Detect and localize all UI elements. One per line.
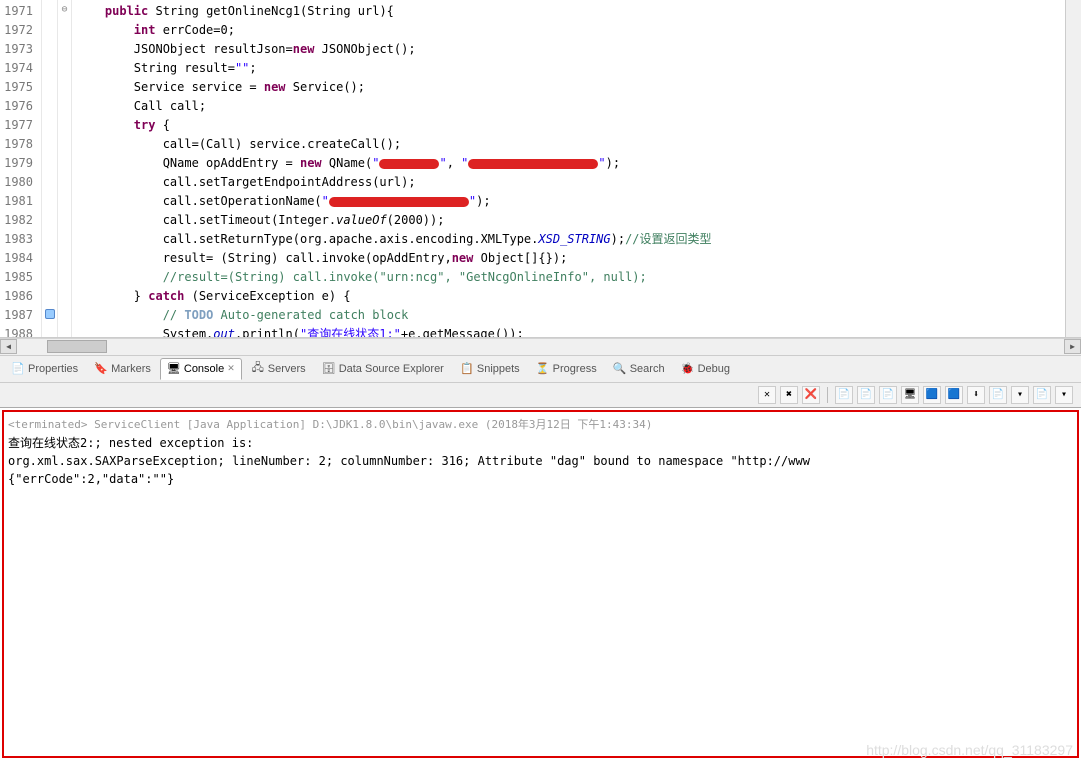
toolbar-button[interactable]: ✖ <box>780 386 798 404</box>
console-line: {"errCode":2,"data":""} <box>8 470 1073 488</box>
tab-progress[interactable]: ⏳Progress <box>529 358 604 380</box>
toolbar-button[interactable]: 📄 <box>835 386 853 404</box>
toolbar-button[interactable]: 📄 <box>857 386 875 404</box>
tab-label: Markers <box>111 363 151 375</box>
toolbar-button[interactable]: ✕ <box>758 386 776 404</box>
tab-icon: 📋 <box>460 362 474 376</box>
toolbar-button[interactable]: 🖥 <box>901 386 919 404</box>
tab-console[interactable]: 🖥Console ✕ <box>160 358 242 380</box>
tab-properties[interactable]: 📄Properties <box>4 358 85 380</box>
toolbar-button[interactable]: ▾ <box>1055 386 1073 404</box>
toolbar-button[interactable]: 📄 <box>989 386 1007 404</box>
console-line: 查询在线状态2:; nested exception is: <box>8 434 1073 452</box>
tab-label: Search <box>630 363 665 375</box>
fold-column[interactable]: ⊖ <box>58 0 72 337</box>
toolbar-button[interactable]: ▾ <box>1011 386 1029 404</box>
toolbar-button[interactable]: 📄 <box>1033 386 1051 404</box>
views-tab-bar: 📄Properties🔖Markers🖥Console ✕🖧Servers🗄Da… <box>0 355 1081 383</box>
tab-label: Data Source Explorer <box>339 363 444 375</box>
close-icon[interactable]: ✕ <box>227 363 235 374</box>
tab-label: Properties <box>28 363 78 375</box>
tab-snippets[interactable]: 📋Snippets <box>453 358 527 380</box>
toolbar-button[interactable]: ❌ <box>802 386 820 404</box>
tab-icon: 📄 <box>11 362 25 376</box>
tab-icon: 🔖 <box>94 362 108 376</box>
tab-search[interactable]: 🔍Search <box>606 358 672 380</box>
toolbar-button[interactable]: 🟦 <box>923 386 941 404</box>
console-output[interactable]: <terminated> ServiceClient [Java Applica… <box>2 410 1079 759</box>
tab-label: Servers <box>268 363 306 375</box>
tab-data-source-explorer[interactable]: 🗄Data Source Explorer <box>315 358 451 380</box>
toolbar-button[interactable]: ⬇ <box>967 386 985 404</box>
tab-label: Console <box>184 363 224 375</box>
tab-label: Snippets <box>477 363 520 375</box>
code-content[interactable]: public String getOnlineNcg1(String url){… <box>72 0 1065 337</box>
horizontal-scrollbar[interactable]: ◀ ▶ <box>0 338 1081 355</box>
tab-label: Progress <box>553 363 597 375</box>
tab-label: Debug <box>698 363 730 375</box>
tab-icon: 🖧 <box>251 362 265 376</box>
scroll-right-arrow[interactable]: ▶ <box>1064 339 1081 354</box>
scroll-track[interactable] <box>17 339 1064 354</box>
scroll-left-arrow[interactable]: ◀ <box>0 339 17 354</box>
tab-debug[interactable]: 🐞Debug <box>674 358 737 380</box>
marker-column <box>42 0 58 337</box>
ide-window: 1971197219731974197519761977197819791980… <box>0 0 1081 760</box>
tab-icon: ⏳ <box>536 362 550 376</box>
tab-icon: 🗄 <box>322 362 336 376</box>
console-line: org.xml.sax.SAXParseException; lineNumbe… <box>8 452 1073 470</box>
scroll-thumb[interactable] <box>47 340 107 353</box>
toolbar-button[interactable]: 📄 <box>879 386 897 404</box>
toolbar-button[interactable]: 🟦 <box>945 386 963 404</box>
console-terminated-line: <terminated> ServiceClient [Java Applica… <box>8 416 1073 434</box>
console-toolbar: ✕✖❌📄📄📄🖥🟦🟦⬇📄▾📄▾ <box>0 383 1081 408</box>
overview-ruler[interactable] <box>1065 0 1081 337</box>
line-number-gutter: 1971197219731974197519761977197819791980… <box>0 0 42 337</box>
tab-markers[interactable]: 🔖Markers <box>87 358 158 380</box>
tab-servers[interactable]: 🖧Servers <box>244 358 313 380</box>
code-editor[interactable]: 1971197219731974197519761977197819791980… <box>0 0 1081 338</box>
tab-icon: 🐞 <box>681 362 695 376</box>
tab-icon: 🖥 <box>167 362 181 376</box>
tab-icon: 🔍 <box>613 362 627 376</box>
